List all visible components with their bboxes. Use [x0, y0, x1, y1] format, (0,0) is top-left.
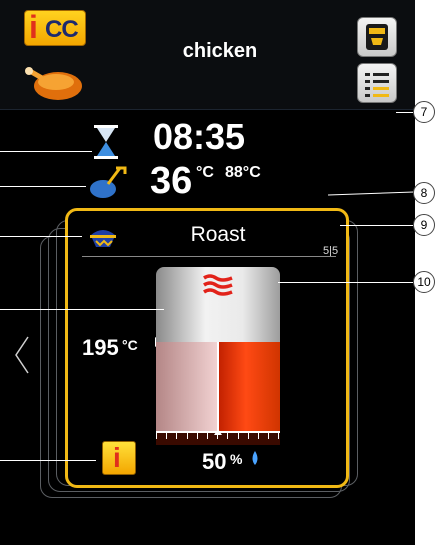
callout-7: 7 — [413, 101, 435, 123]
humidity-slider[interactable] — [156, 429, 280, 445]
logo-letter-i: i — [29, 9, 38, 45]
callout-line — [340, 225, 413, 226]
slider-tick — [258, 433, 259, 439]
humidity-value[interactable]: 50 — [202, 449, 226, 475]
remaining-time: 08:35 — [153, 116, 246, 157]
recipe-title: chicken — [182, 40, 258, 62]
temperature-fill — [156, 342, 218, 431]
info-icon: i — [113, 442, 121, 473]
logo-letters-cc: CC — [45, 16, 79, 43]
set-temperature-unit: °C — [122, 337, 138, 353]
cabinet-temperature: 88°C — [225, 164, 261, 181]
callout-line — [396, 112, 413, 113]
humidity-unit: % — [230, 451, 243, 467]
slider-tick — [268, 433, 269, 439]
slider-tick — [156, 433, 157, 439]
callout-line — [0, 236, 82, 237]
icc-logo[interactable]: i CC — [24, 9, 86, 46]
callout-line — [0, 460, 96, 461]
slider-tick — [207, 433, 208, 439]
callout-line — [278, 282, 413, 283]
oven-screen: i CC chicken 08:35 36 °C 88°C Roast 5|5 … — [0, 0, 415, 545]
core-temperature-unit: °C — [196, 164, 214, 181]
roast-mode-icon — [90, 230, 116, 247]
card-divider — [82, 256, 336, 257]
slider-tick — [197, 433, 198, 439]
water-drop-icon — [252, 451, 258, 465]
humidity-fill — [218, 342, 280, 431]
slider-tick — [248, 433, 249, 439]
cooking-step-card[interactable]: Roast 5|5 195 °C i 50 % — [65, 208, 349, 488]
callout-line — [0, 151, 92, 152]
gauge-divider — [217, 342, 219, 431]
slider-tick — [278, 433, 279, 439]
slider-tick — [217, 433, 218, 439]
cart-button[interactable] — [357, 17, 397, 57]
callout-9: 9 — [413, 214, 435, 236]
hourglass-icon — [94, 125, 118, 159]
slider-tick — [166, 433, 167, 439]
top-bar: i CC chicken — [0, 0, 415, 110]
cart-icon — [366, 24, 388, 50]
core-probe-icon — [90, 166, 127, 198]
callout-10: 10 — [413, 271, 435, 293]
climate-gauge[interactable] — [156, 267, 280, 443]
slider-tick — [238, 433, 239, 439]
callout-line — [0, 186, 86, 187]
list-icon — [365, 73, 389, 97]
top-bar-divider — [0, 109, 415, 110]
callout-8: 8 — [413, 182, 435, 204]
set-temperature[interactable]: 195 — [82, 335, 119, 361]
steam-icon — [203, 274, 233, 296]
callout-line — [0, 309, 164, 310]
core-temperature: 36 — [150, 160, 193, 202]
humidity-slider-thumb[interactable] — [214, 429, 222, 435]
chevron-left-icon[interactable] — [12, 335, 32, 375]
slider-tick — [176, 433, 177, 439]
cooking-mode-name: Roast — [190, 223, 246, 246]
info-button[interactable]: i — [102, 441, 136, 475]
slider-tick — [227, 433, 228, 439]
list-button[interactable] — [357, 63, 397, 103]
slider-tick — [187, 433, 188, 439]
chicken-icon[interactable] — [22, 64, 86, 104]
